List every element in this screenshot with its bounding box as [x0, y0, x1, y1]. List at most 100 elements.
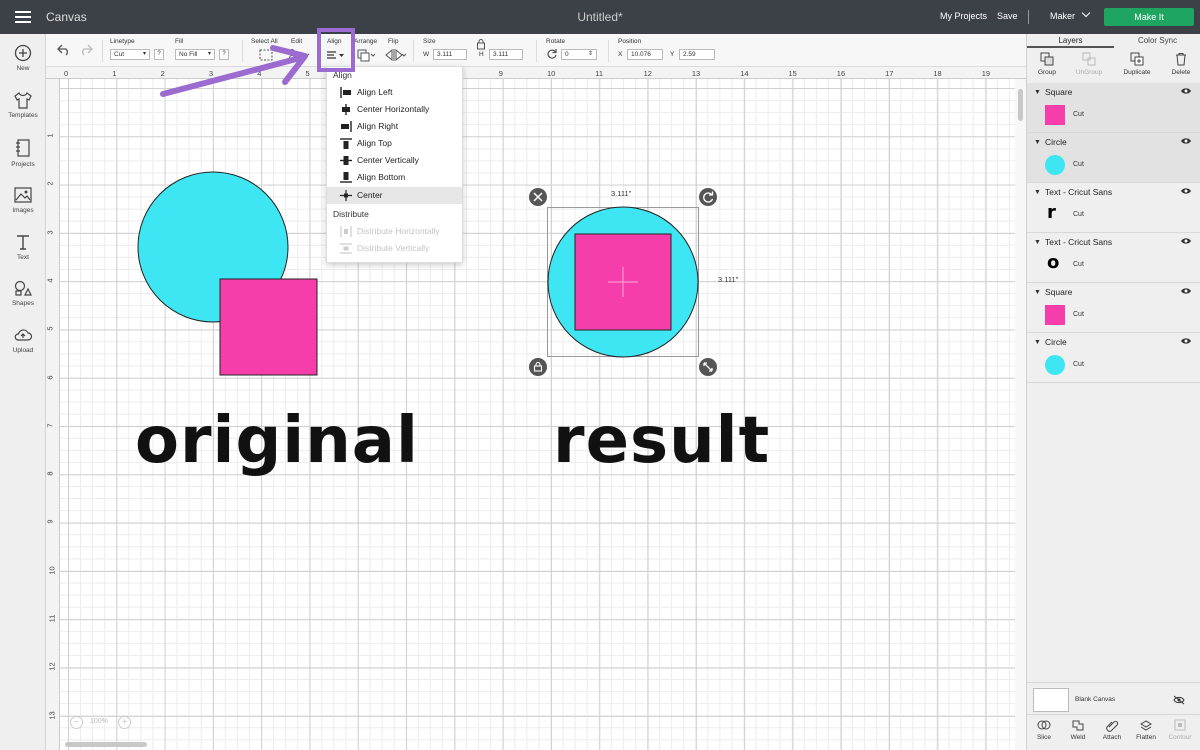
menu-item-align-top[interactable]: Align Top: [327, 135, 462, 152]
save-link[interactable]: Save: [997, 11, 1018, 21]
text-glyph-preview: o: [1047, 252, 1060, 273]
undo-icon[interactable]: [56, 42, 72, 56]
position-label: Position: [618, 38, 642, 45]
menu-item-align-bottom[interactable]: Align Bottom: [327, 169, 462, 186]
layer-row[interactable]: ▼ Square Cut: [1027, 83, 1200, 133]
layer-operation: Cut: [1073, 111, 1084, 118]
sidebar-label: Templates: [8, 112, 38, 119]
group-button[interactable]: Group: [1027, 52, 1067, 76]
ruler-tick-label: 10: [47, 566, 57, 575]
ruler-tick-label: 1: [112, 69, 117, 78]
left-sidebar: New Templates Projects Images Text Shape…: [0, 34, 46, 750]
rotate-handle-icon[interactable]: [699, 188, 717, 206]
eye-icon[interactable]: [1180, 287, 1192, 295]
weld-button[interactable]: Weld: [1061, 718, 1095, 741]
tab-layers[interactable]: Layers: [1027, 34, 1114, 48]
layer-row[interactable]: ▼ Square Cut: [1027, 283, 1200, 333]
width-value: 3.111: [437, 51, 453, 58]
sidebar-item-shapes[interactable]: Shapes: [0, 279, 46, 307]
zoom-in-button[interactable]: +: [118, 716, 131, 729]
resize-handle-icon[interactable]: [699, 358, 717, 376]
flip-icon[interactable]: [384, 48, 406, 62]
flatten-label: Flatten: [1136, 734, 1156, 741]
delete-handle-icon[interactable]: [529, 188, 547, 206]
caret-down-icon[interactable]: ▼: [1034, 89, 1041, 96]
slice-icon: [1037, 720, 1051, 730]
layer-row[interactable]: ▼ Text - Cricut Sans o Cut: [1027, 233, 1200, 283]
arrange-icon[interactable]: [356, 48, 376, 62]
eye-icon[interactable]: [1180, 337, 1192, 345]
machine-select[interactable]: Maker: [1050, 8, 1091, 21]
center-horizontally-icon: [342, 104, 350, 115]
layer-row[interactable]: ▼ Circle Cut: [1027, 133, 1200, 183]
ruler-tick-label: 9: [498, 69, 503, 78]
eye-icon[interactable]: [1180, 237, 1192, 245]
y-position-input[interactable]: 2.59: [679, 49, 715, 60]
sidebar-item-projects[interactable]: Projects: [0, 138, 46, 168]
caret-down-icon[interactable]: ▼: [1034, 189, 1041, 196]
x-position-input[interactable]: 10.076: [627, 49, 663, 60]
document-title[interactable]: Untitled*: [577, 10, 622, 24]
top-bar: Canvas Untitled* My Projects Save Maker …: [0, 0, 1200, 34]
width-input[interactable]: 3.111: [433, 49, 467, 60]
menu-item-center-vertically[interactable]: Center Vertically: [327, 152, 462, 169]
duplicate-button[interactable]: Duplicate: [1117, 52, 1157, 76]
vertical-scrollbar[interactable]: [1015, 79, 1026, 750]
rotate-input[interactable]: 0 ⇕: [561, 49, 597, 60]
height-input[interactable]: 3.111: [489, 49, 523, 60]
zoom-out-button[interactable]: −: [70, 716, 83, 729]
redo-icon[interactable]: [78, 42, 94, 56]
slice-label: Slice: [1036, 734, 1052, 741]
caret-down-icon[interactable]: ▼: [1034, 139, 1041, 146]
flatten-button[interactable]: Flatten: [1129, 718, 1163, 741]
square-swatch: [1045, 305, 1065, 325]
align-left-icon: [340, 87, 351, 98]
ruler-tick-label: 17: [885, 69, 894, 78]
sidebar-item-images[interactable]: Images: [0, 186, 46, 214]
dropdown-arrow-icon: ▾: [142, 51, 146, 57]
sidebar-label: Images: [12, 207, 34, 214]
sidebar-label: New: [16, 65, 30, 72]
linetype-select[interactable]: Cut ▾: [110, 49, 150, 60]
sidebar-item-upload[interactable]: Upload: [0, 326, 46, 354]
purple-arrow-icon: [160, 45, 308, 97]
ruler-tick-label: 7: [45, 423, 55, 428]
menu-item-align-right[interactable]: Align Right: [327, 118, 462, 135]
layer-row[interactable]: ▼ Circle Cut: [1027, 333, 1200, 383]
delete-button[interactable]: Delete: [1161, 52, 1200, 76]
attach-button[interactable]: Attach: [1095, 718, 1129, 741]
eye-icon[interactable]: [1180, 87, 1192, 95]
eye-icon[interactable]: [1180, 187, 1192, 195]
my-projects-link[interactable]: My Projects: [940, 11, 987, 21]
original-square[interactable]: [219, 278, 318, 376]
lock-icon[interactable]: [476, 38, 486, 50]
caret-down-icon[interactable]: ▼: [1034, 239, 1041, 246]
sidebar-item-text[interactable]: Text: [0, 233, 46, 261]
menu-item-center[interactable]: Center: [327, 187, 462, 204]
layer-row[interactable]: ▼ Text - Cricut Sans r Cut: [1027, 183, 1200, 233]
ruler-tick-label: 6: [45, 374, 55, 380]
eye-hidden-icon[interactable]: [1173, 695, 1185, 705]
tab-color-sync[interactable]: Color Sync: [1114, 34, 1200, 48]
machine-label: Maker: [1050, 11, 1076, 21]
attach-icon: [1106, 720, 1119, 732]
y-position-value: 2.59: [683, 51, 696, 58]
menu-item-center-horizontally[interactable]: Center Horizontally: [327, 101, 462, 118]
caret-down-icon[interactable]: ▼: [1034, 289, 1041, 296]
ruler-tick-label: 15: [788, 69, 797, 78]
menu-item-align-left[interactable]: Align Left: [327, 84, 462, 101]
blank-canvas-row[interactable]: Blank Canvas: [1027, 682, 1200, 714]
design-canvas[interactable]: 3.111" 3.111" original result: [60, 79, 1015, 750]
hamburger-menu-icon[interactable]: [15, 11, 31, 23]
caret-down-icon[interactable]: ▼: [1034, 339, 1041, 346]
height-readout: 3.111": [718, 275, 739, 284]
center-icon: [340, 190, 352, 201]
sidebar-item-new[interactable]: New: [0, 44, 46, 72]
horizontal-scrollbar[interactable]: [65, 742, 147, 747]
scroll-thumb[interactable]: [1018, 89, 1023, 121]
make-it-button[interactable]: Make It: [1104, 8, 1194, 26]
eye-icon[interactable]: [1180, 137, 1192, 145]
slice-button[interactable]: Slice: [1027, 718, 1061, 741]
sidebar-item-templates[interactable]: Templates: [0, 91, 46, 119]
lock-handle-icon[interactable]: [529, 358, 547, 376]
